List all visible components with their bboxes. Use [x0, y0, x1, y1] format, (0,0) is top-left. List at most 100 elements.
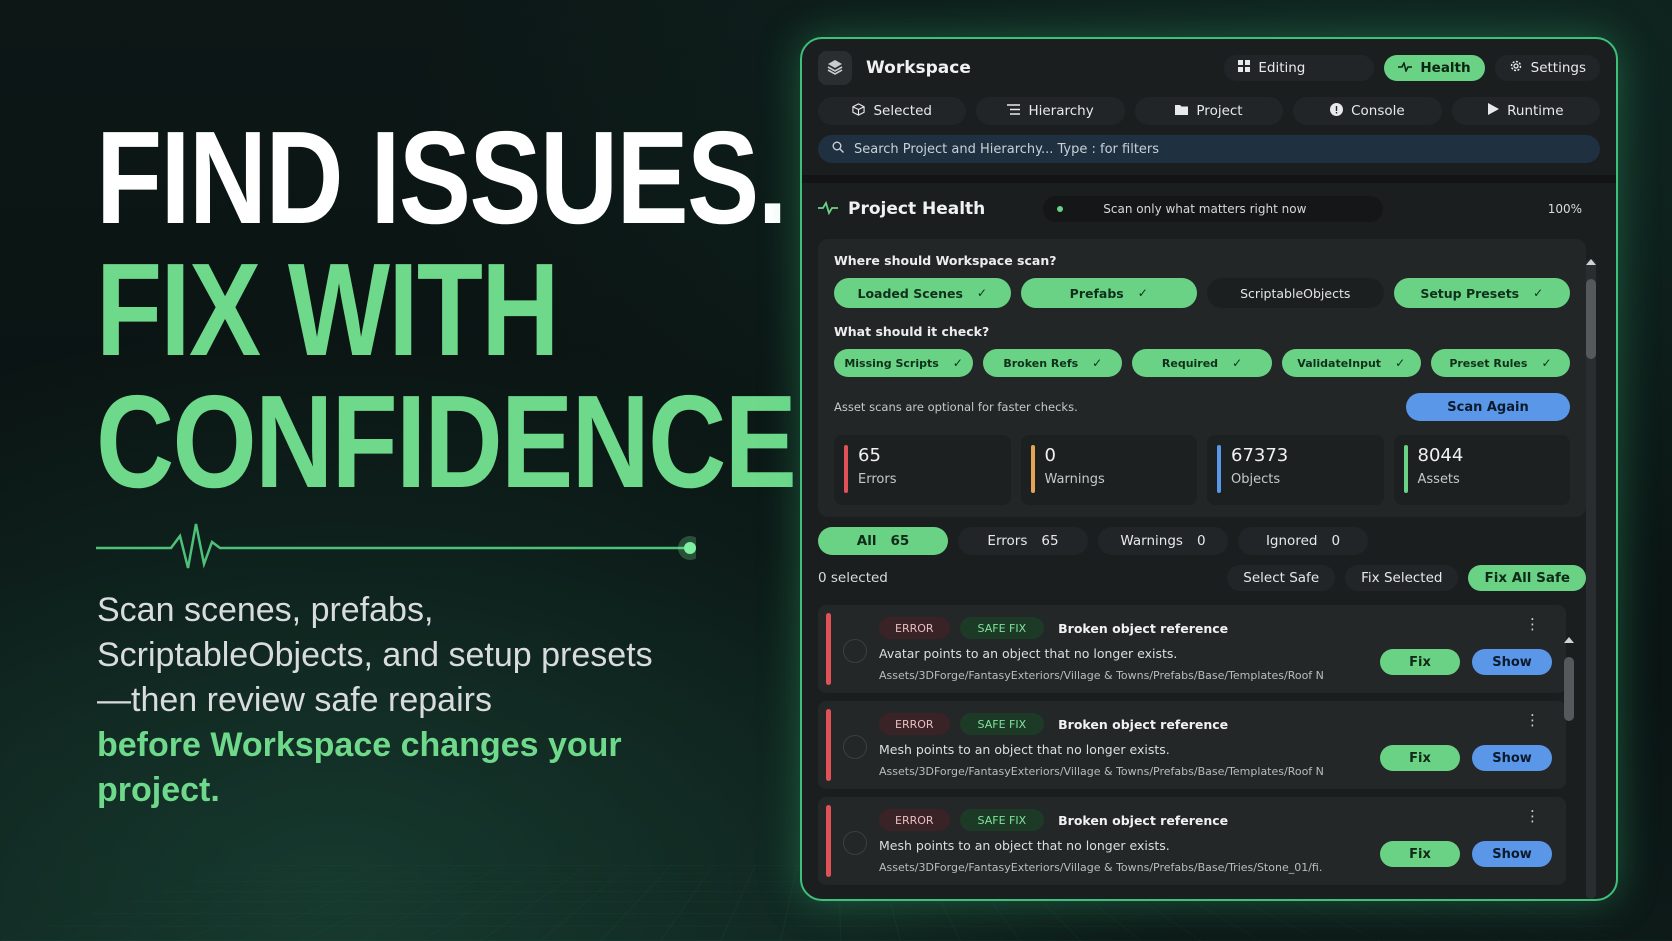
- chip-validateinput[interactable]: ValidateInput ✓: [1281, 349, 1421, 377]
- issue-description: Mesh points to an object that no longer …: [879, 742, 1170, 757]
- filter-label: Ignored: [1265, 533, 1318, 549]
- fix-button[interactable]: Fix: [1380, 841, 1460, 867]
- show-button[interactable]: Show: [1472, 745, 1552, 771]
- chip-preset-rules[interactable]: Preset Rules ✓: [1430, 349, 1571, 377]
- chip-label: Loaded Scenes: [857, 285, 963, 301]
- safe-fix-badge: SAFE FIX: [959, 713, 1045, 735]
- chip-prefabs[interactable]: Prefabs ✓: [1020, 278, 1197, 308]
- issue-badges: ERROR SAFE FIX Broken object reference: [879, 713, 1349, 735]
- error-badge: ERROR: [879, 713, 950, 735]
- play-icon: [1488, 103, 1500, 119]
- status-dot: [1057, 206, 1064, 212]
- issue-actions: Fix Show: [1380, 649, 1552, 675]
- chip-broken-refs[interactable]: Broken Refs ✓: [983, 349, 1123, 377]
- scan-options-card: Where should Workspace scan? Loaded Scen…: [818, 239, 1586, 517]
- stat-errors: 65 Errors: [834, 435, 1011, 505]
- select-checkbox[interactable]: [843, 639, 867, 663]
- list-item[interactable]: ERROR SAFE FIX Broken object reference M…: [818, 797, 1566, 885]
- gear-icon: [1509, 59, 1523, 77]
- chip-label: Setup Presets: [1420, 285, 1520, 301]
- tab-console[interactable]: Console: [1293, 97, 1442, 125]
- scrollbar-thumb[interactable]: [1586, 279, 1596, 359]
- chip-missing-scripts[interactable]: Missing Scripts ✓: [834, 349, 974, 377]
- check-icon: ✓: [1541, 356, 1552, 370]
- list-scrollbar[interactable]: [1564, 637, 1574, 897]
- health-header: Project Health Scan only what matters ri…: [818, 183, 1600, 235]
- chip-label: Required: [1161, 356, 1219, 370]
- issue-title: Broken object reference: [1058, 812, 1229, 828]
- hero-highlight-text: before Workspace changes your project.: [97, 726, 622, 809]
- hero-headline: FIND ISSUES. FIX WITH CONFIDENCE.: [96, 112, 825, 508]
- more-menu-icon[interactable]: ⋮: [1525, 711, 1540, 729]
- editing-button[interactable]: Editing: [1224, 55, 1375, 81]
- chip-scriptableobjects[interactable]: ScriptableObjects: [1207, 278, 1384, 308]
- tab-project[interactable]: Project: [1134, 97, 1284, 125]
- chip-setup-presets[interactable]: Setup Presets ✓: [1393, 278, 1570, 308]
- issue-title: Broken object reference: [1058, 620, 1229, 636]
- filter-all[interactable]: All 65: [818, 527, 948, 555]
- settings-button[interactable]: Settings: [1494, 55, 1600, 81]
- show-button[interactable]: Show: [1472, 841, 1552, 867]
- check-icon: ✓: [1137, 286, 1148, 300]
- chip-required[interactable]: Required ✓: [1132, 349, 1272, 377]
- scan-again-button[interactable]: Scan Again: [1406, 393, 1570, 421]
- chip-label: ScriptableObjects: [1240, 285, 1351, 301]
- filter-ignored[interactable]: Ignored 0: [1238, 527, 1368, 555]
- chip-loaded-scenes[interactable]: Loaded Scenes ✓: [834, 278, 1011, 308]
- stat-label: Errors: [858, 472, 897, 487]
- list-item[interactable]: ERROR SAFE FIX Broken object reference A…: [818, 605, 1566, 693]
- tab-selected[interactable]: Selected: [818, 97, 967, 125]
- search-input[interactable]: Search Project and Hierarchy... Type : f…: [818, 135, 1600, 163]
- list-icon: [1007, 103, 1021, 119]
- health-title: Project Health: [848, 199, 986, 219]
- severity-bar: [826, 613, 831, 685]
- window-title: Workspace: [866, 58, 971, 78]
- chip-label: Broken Refs: [1003, 356, 1079, 370]
- hero-description: Scan scenes, prefabs, ScriptableObjects,…: [97, 588, 657, 813]
- fix-selected-button[interactable]: Fix Selected: [1345, 565, 1459, 591]
- chip-label: Preset Rules: [1449, 356, 1528, 370]
- panel-scrollbar[interactable]: [1586, 259, 1596, 899]
- check-icon: ✓: [1533, 286, 1544, 300]
- fix-button[interactable]: Fix: [1380, 649, 1460, 675]
- select-checkbox[interactable]: [843, 735, 867, 759]
- issue-badges: ERROR SAFE FIX Broken object reference: [879, 617, 1349, 639]
- tab-hierarchy[interactable]: Hierarchy: [976, 97, 1125, 125]
- health-button[interactable]: Health: [1384, 55, 1485, 81]
- select-safe-button[interactable]: Select Safe: [1227, 565, 1336, 591]
- issue-list: ERROR SAFE FIX Broken object reference A…: [818, 605, 1600, 885]
- scroll-up-icon[interactable]: [1564, 637, 1574, 643]
- issue-description: Avatar points to an object that no longe…: [879, 646, 1178, 661]
- filter-warnings[interactable]: Warnings 0: [1098, 527, 1228, 555]
- scroll-up-icon[interactable]: [1586, 259, 1596, 265]
- issue-actions: Fix Show: [1380, 745, 1552, 771]
- filter-count: 65: [890, 533, 910, 549]
- show-button[interactable]: Show: [1472, 649, 1552, 675]
- issue-path: Assets/3DForge/FantasyExteriors/Village …: [879, 861, 1323, 874]
- more-menu-icon[interactable]: ⋮: [1525, 807, 1540, 825]
- scrollbar-thumb[interactable]: [1564, 657, 1574, 721]
- stat-value: 65: [858, 445, 881, 466]
- tab-runtime[interactable]: Runtime: [1451, 97, 1601, 125]
- more-menu-icon[interactable]: ⋮: [1525, 615, 1540, 633]
- stat-label: Warnings: [1044, 472, 1105, 487]
- select-checkbox[interactable]: [843, 831, 867, 855]
- stat-bar: [1403, 445, 1408, 493]
- issue-body: ERROR SAFE FIX Broken object reference A…: [879, 605, 1349, 693]
- safe-fix-badge: SAFE FIX: [959, 809, 1045, 831]
- workspace-window: Workspace Editing Health Settings Select…: [800, 37, 1618, 901]
- grid-icon: [1238, 60, 1251, 76]
- list-item[interactable]: ERROR SAFE FIX Broken object reference M…: [818, 701, 1566, 789]
- stat-bar: [1030, 445, 1035, 493]
- selection-row: 0 selected Select Safe Fix Selected Fix …: [818, 565, 1600, 591]
- chip-label: Missing Scripts: [844, 356, 939, 370]
- issue-badges: ERROR SAFE FIX Broken object reference: [879, 809, 1349, 831]
- chip-label: ValidateInput: [1297, 356, 1382, 370]
- filter-errors[interactable]: Errors 65: [958, 527, 1088, 555]
- filter-count: 0: [1331, 533, 1341, 549]
- fix-button[interactable]: Fix: [1380, 745, 1460, 771]
- severity-bar: [826, 805, 831, 877]
- fix-all-safe-button[interactable]: Fix All Safe: [1468, 565, 1586, 591]
- issue-description: Mesh points to an object that no longer …: [879, 838, 1170, 853]
- stat-label: Assets: [1417, 472, 1460, 487]
